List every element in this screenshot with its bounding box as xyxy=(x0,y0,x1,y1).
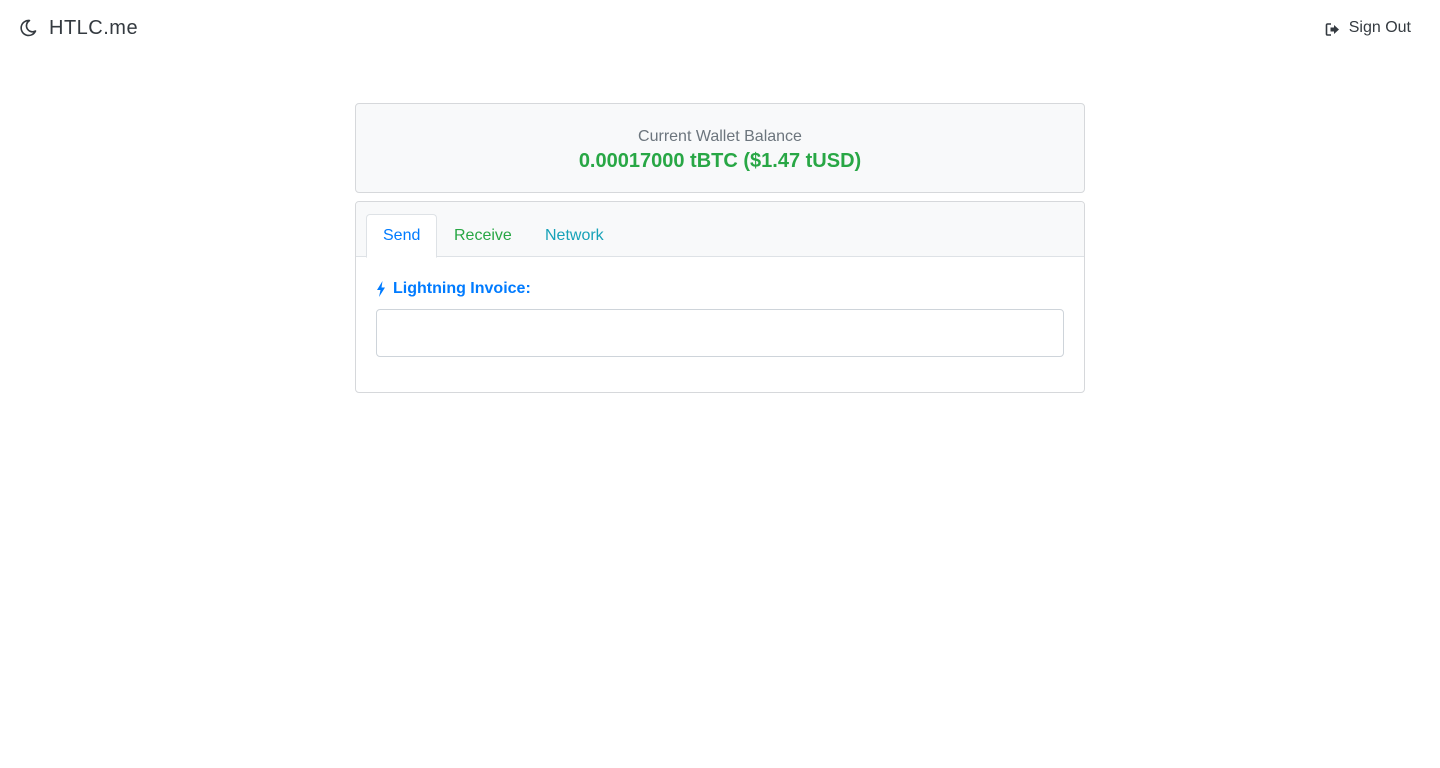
sign-out-button[interactable]: Sign Out xyxy=(1325,16,1411,40)
sign-out-icon xyxy=(1325,21,1340,36)
moon-icon xyxy=(19,19,37,37)
balance-value: 0.00017000 tBTC ($1.47 tUSD) xyxy=(578,150,862,172)
tab-network[interactable]: Network xyxy=(529,214,620,257)
tabs-header: Send Receive Network xyxy=(356,202,1084,258)
lightning-invoice-label: Lightning Invoice: xyxy=(376,279,1064,299)
send-tab-panel: Lightning Invoice: xyxy=(356,257,1084,379)
tab-send[interactable]: Send xyxy=(366,214,438,258)
balance-label: Current Wallet Balance xyxy=(638,128,802,145)
wallet-actions-card: Send Receive Network Lightning Invoice: xyxy=(355,201,1085,393)
brand-link[interactable]: HTLC.me xyxy=(19,14,138,42)
tab-receive[interactable]: Receive xyxy=(438,214,528,257)
wallet-balance-card: Current Wallet Balance 0.00017000 tBTC (… xyxy=(355,103,1085,193)
sign-out-label: Sign Out xyxy=(1348,19,1411,36)
top-navbar: HTLC.me Sign Out xyxy=(0,0,1440,56)
lightning-invoice-input[interactable] xyxy=(376,309,1064,357)
lightning-invoice-label-text: Lightning Invoice: xyxy=(393,280,531,297)
brand-name: HTLC.me xyxy=(49,17,139,39)
lightning-icon xyxy=(376,281,386,297)
